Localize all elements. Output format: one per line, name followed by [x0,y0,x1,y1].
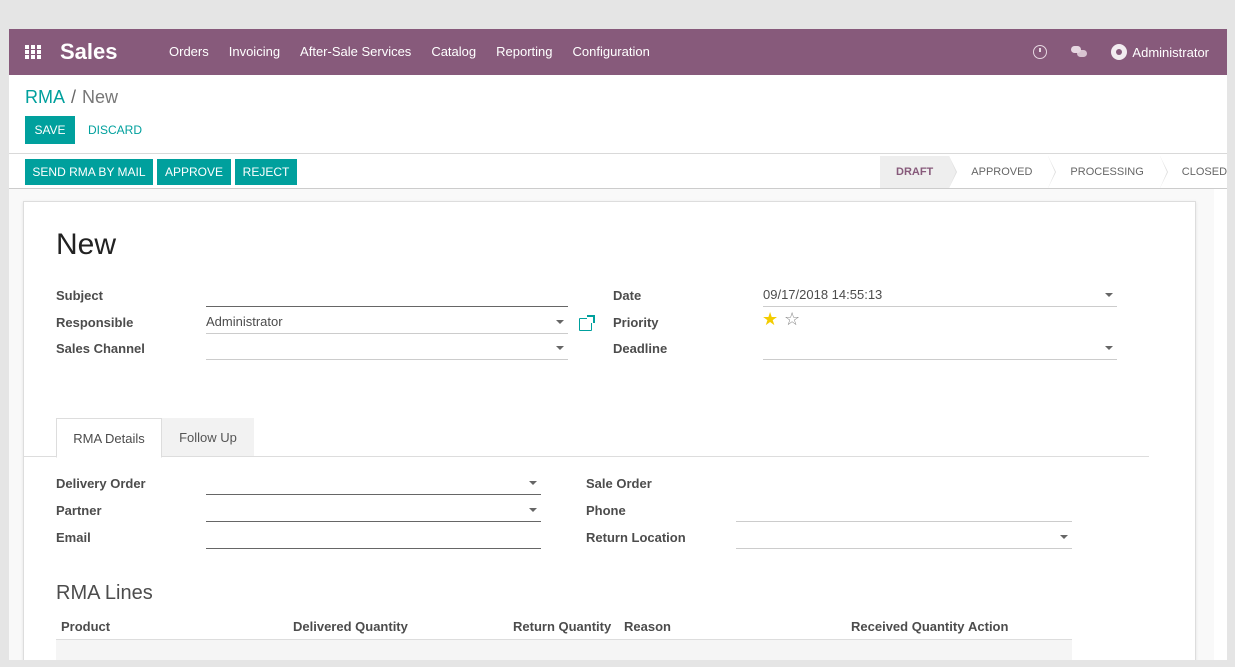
return-location-label: Return Location [586,530,686,545]
activity-clock-icon[interactable] [1033,45,1048,59]
date-label: Date [613,288,642,303]
column-action[interactable]: Action [968,619,1008,634]
phone-input[interactable] [736,499,1072,522]
menu-invoicing[interactable]: Invoicing [219,29,290,75]
menu-configuration[interactable]: Configuration [563,29,660,75]
responsible-value: Administrator [206,314,283,329]
sales-channel-select[interactable] [206,337,568,360]
app-name: Sales [60,39,118,64]
menu-after-sale-services[interactable]: After-Sale Services [290,29,421,75]
priority-star-filled-icon[interactable]: ★ [762,310,778,328]
stage-approved[interactable]: APPROVED [949,156,1057,188]
stage-approved-label: APPROVED [971,166,1033,178]
user-menu[interactable]: Administrator [1132,45,1209,60]
date-value: 09/17/2018 14:55:13 [763,287,883,302]
chevron-down-icon [529,481,537,485]
table-row [56,640,1072,660]
partner-select[interactable] [206,499,541,522]
save-button[interactable]: SAVE [25,116,75,144]
reject-button[interactable]: REJECT [235,159,297,185]
chevron-down-icon [1105,346,1113,350]
delivery-order-label: Delivery Order [56,476,146,491]
discard-button[interactable]: DISCARD [88,116,142,144]
delivery-order-select[interactable] [206,472,541,495]
menu-catalog[interactable]: Catalog [421,29,486,75]
column-reason[interactable]: Reason [624,619,671,634]
responsible-label: Responsible [56,315,134,330]
breadcrumb: RMA / New [25,87,118,108]
stage-closed[interactable]: CLOSED [1159,156,1227,188]
systray: Administrator [1033,29,1209,75]
chevron-down-icon [529,508,537,512]
sale-order-label: Sale Order [586,476,652,491]
tab-follow-up[interactable]: Follow Up [162,418,254,456]
main-menu: Orders Invoicing After-Sale Services Cat… [159,29,660,75]
date-input[interactable]: 09/17/2018 14:55:13 [763,284,1117,307]
send-rma-by-mail-button[interactable]: SEND RMA BY MAIL [25,159,153,185]
priority-label: Priority [613,315,659,330]
menu-reporting[interactable]: Reporting [486,29,562,75]
stage-draft[interactable]: DRAFT [880,156,958,188]
deadline-input[interactable] [763,337,1117,360]
column-product[interactable]: Product [61,619,110,634]
subject-input[interactable] [206,284,568,307]
partner-label: Partner [56,503,102,518]
stage-closed-label: CLOSED [1181,166,1227,178]
breadcrumb-current: New [82,87,119,107]
tab-rma-details[interactable]: RMA Details [56,418,162,458]
column-delivered-quantity[interactable]: Delivered Quantity [293,619,408,634]
tabs-divider [24,456,1149,457]
column-received-quantity[interactable]: Received Quantity [851,619,964,634]
app-window: Sales Orders Invoicing After-Sale Servic… [9,29,1227,660]
priority-star-empty-icon[interactable]: ☆ [784,310,800,328]
stage-pipeline: DRAFT APPROVED PROCESSING CLOSED [880,156,1227,188]
chevron-down-icon [556,320,564,324]
column-return-quantity[interactable]: Return Quantity [513,619,611,634]
return-location-select[interactable] [736,526,1072,549]
sales-channel-label: Sales Channel [56,341,145,356]
breadcrumb-separator: / [71,87,77,107]
email-input[interactable] [206,526,541,549]
chevron-down-icon [556,346,564,350]
responsible-select[interactable]: Administrator [206,311,568,334]
chevron-down-icon [1105,293,1113,297]
phone-label: Phone [586,503,626,518]
deadline-label: Deadline [613,341,668,356]
breadcrumb-rma[interactable]: RMA [25,87,65,107]
rma-lines-title: RMA Lines [56,582,153,604]
email-label: Email [56,530,91,545]
approve-button[interactable]: APPROVE [157,159,231,185]
chat-bubbles-icon[interactable] [1071,46,1088,58]
top-navbar: Sales Orders Invoicing After-Sale Servic… [9,29,1227,75]
chevron-down-icon [1060,535,1068,539]
external-link-icon[interactable] [579,315,595,331]
statusbar: SEND RMA BY MAIL APPROVE REJECT DRAFT AP… [9,154,1227,189]
user-avatar[interactable] [1111,44,1128,60]
form-sheet: New Subject Responsible Administrator Sa… [23,201,1196,660]
menu-orders[interactable]: Orders [159,29,219,75]
stage-draft-label: DRAFT [896,166,934,178]
subject-label: Subject [56,288,103,303]
apps-grid-icon[interactable] [25,45,41,59]
stage-processing-label: PROCESSING [1070,166,1144,178]
stage-processing[interactable]: PROCESSING [1048,156,1168,188]
record-title: New [56,228,117,261]
